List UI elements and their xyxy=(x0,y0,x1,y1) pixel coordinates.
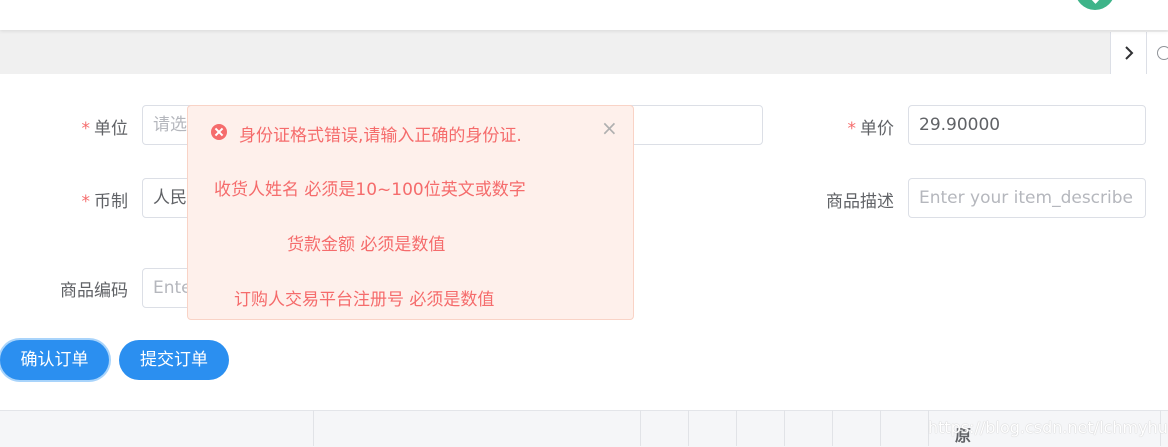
table-column-divider xyxy=(784,410,785,446)
code-label: 商品编码 xyxy=(60,281,128,301)
message-title: 身份证格式错误,请输入正确的身份证. xyxy=(239,126,522,146)
circle-close-icon xyxy=(1157,46,1168,60)
chevron-right-icon xyxy=(1125,46,1134,60)
tabs-bar xyxy=(0,30,1168,74)
table-column-divider xyxy=(313,410,314,446)
price-value: 29.90000 xyxy=(919,115,1001,135)
avatar[interactable] xyxy=(1075,0,1115,10)
confirm-order-button[interactable]: 确认订单 xyxy=(0,340,109,380)
watermark: https://blog.csdn.net/lchmyhua88 xyxy=(928,418,1168,437)
currency-label: * 币制 xyxy=(81,192,129,212)
tab-close-button[interactable] xyxy=(1146,32,1168,74)
currency-value: 人民 xyxy=(153,188,187,208)
top-header xyxy=(0,0,1168,30)
table-column-divider xyxy=(736,410,737,446)
code-placeholder: Ente xyxy=(153,278,192,298)
desc-label: 商品描述 xyxy=(826,192,894,212)
message-line: 货款金额 必须是数值 xyxy=(287,235,446,255)
unit-placeholder: 请选 xyxy=(153,115,187,135)
price-label: * 单价 xyxy=(847,119,895,139)
message-line: 订购人交易平台注册号 必须是数值 xyxy=(234,290,495,310)
message-line: 收货人姓名 必须是10~100位英文或数字 xyxy=(214,180,526,200)
submit-order-button[interactable]: 提交订单 xyxy=(119,340,229,380)
close-icon[interactable]: × xyxy=(601,118,618,138)
table-column-divider xyxy=(832,410,833,446)
required-mark: * xyxy=(847,119,857,139)
price-input[interactable]: 29.90000 xyxy=(908,105,1146,145)
unit-label: * 单位 xyxy=(81,119,129,139)
table-column-divider xyxy=(880,410,881,446)
error-message: 身份证格式错误,请输入正确的身份证. × 收货人姓名 必须是10~100位英文或… xyxy=(187,105,634,320)
error-circle-icon xyxy=(211,124,227,140)
tab-scroll-next-button[interactable] xyxy=(1110,32,1147,74)
desc-input[interactable]: Enter your item_describe xyxy=(908,178,1146,218)
required-mark: * xyxy=(81,119,91,139)
table-column-divider xyxy=(688,410,689,446)
desc-placeholder: Enter your item_describe xyxy=(919,188,1133,208)
required-mark: * xyxy=(81,192,91,212)
table-column-divider xyxy=(640,410,641,446)
